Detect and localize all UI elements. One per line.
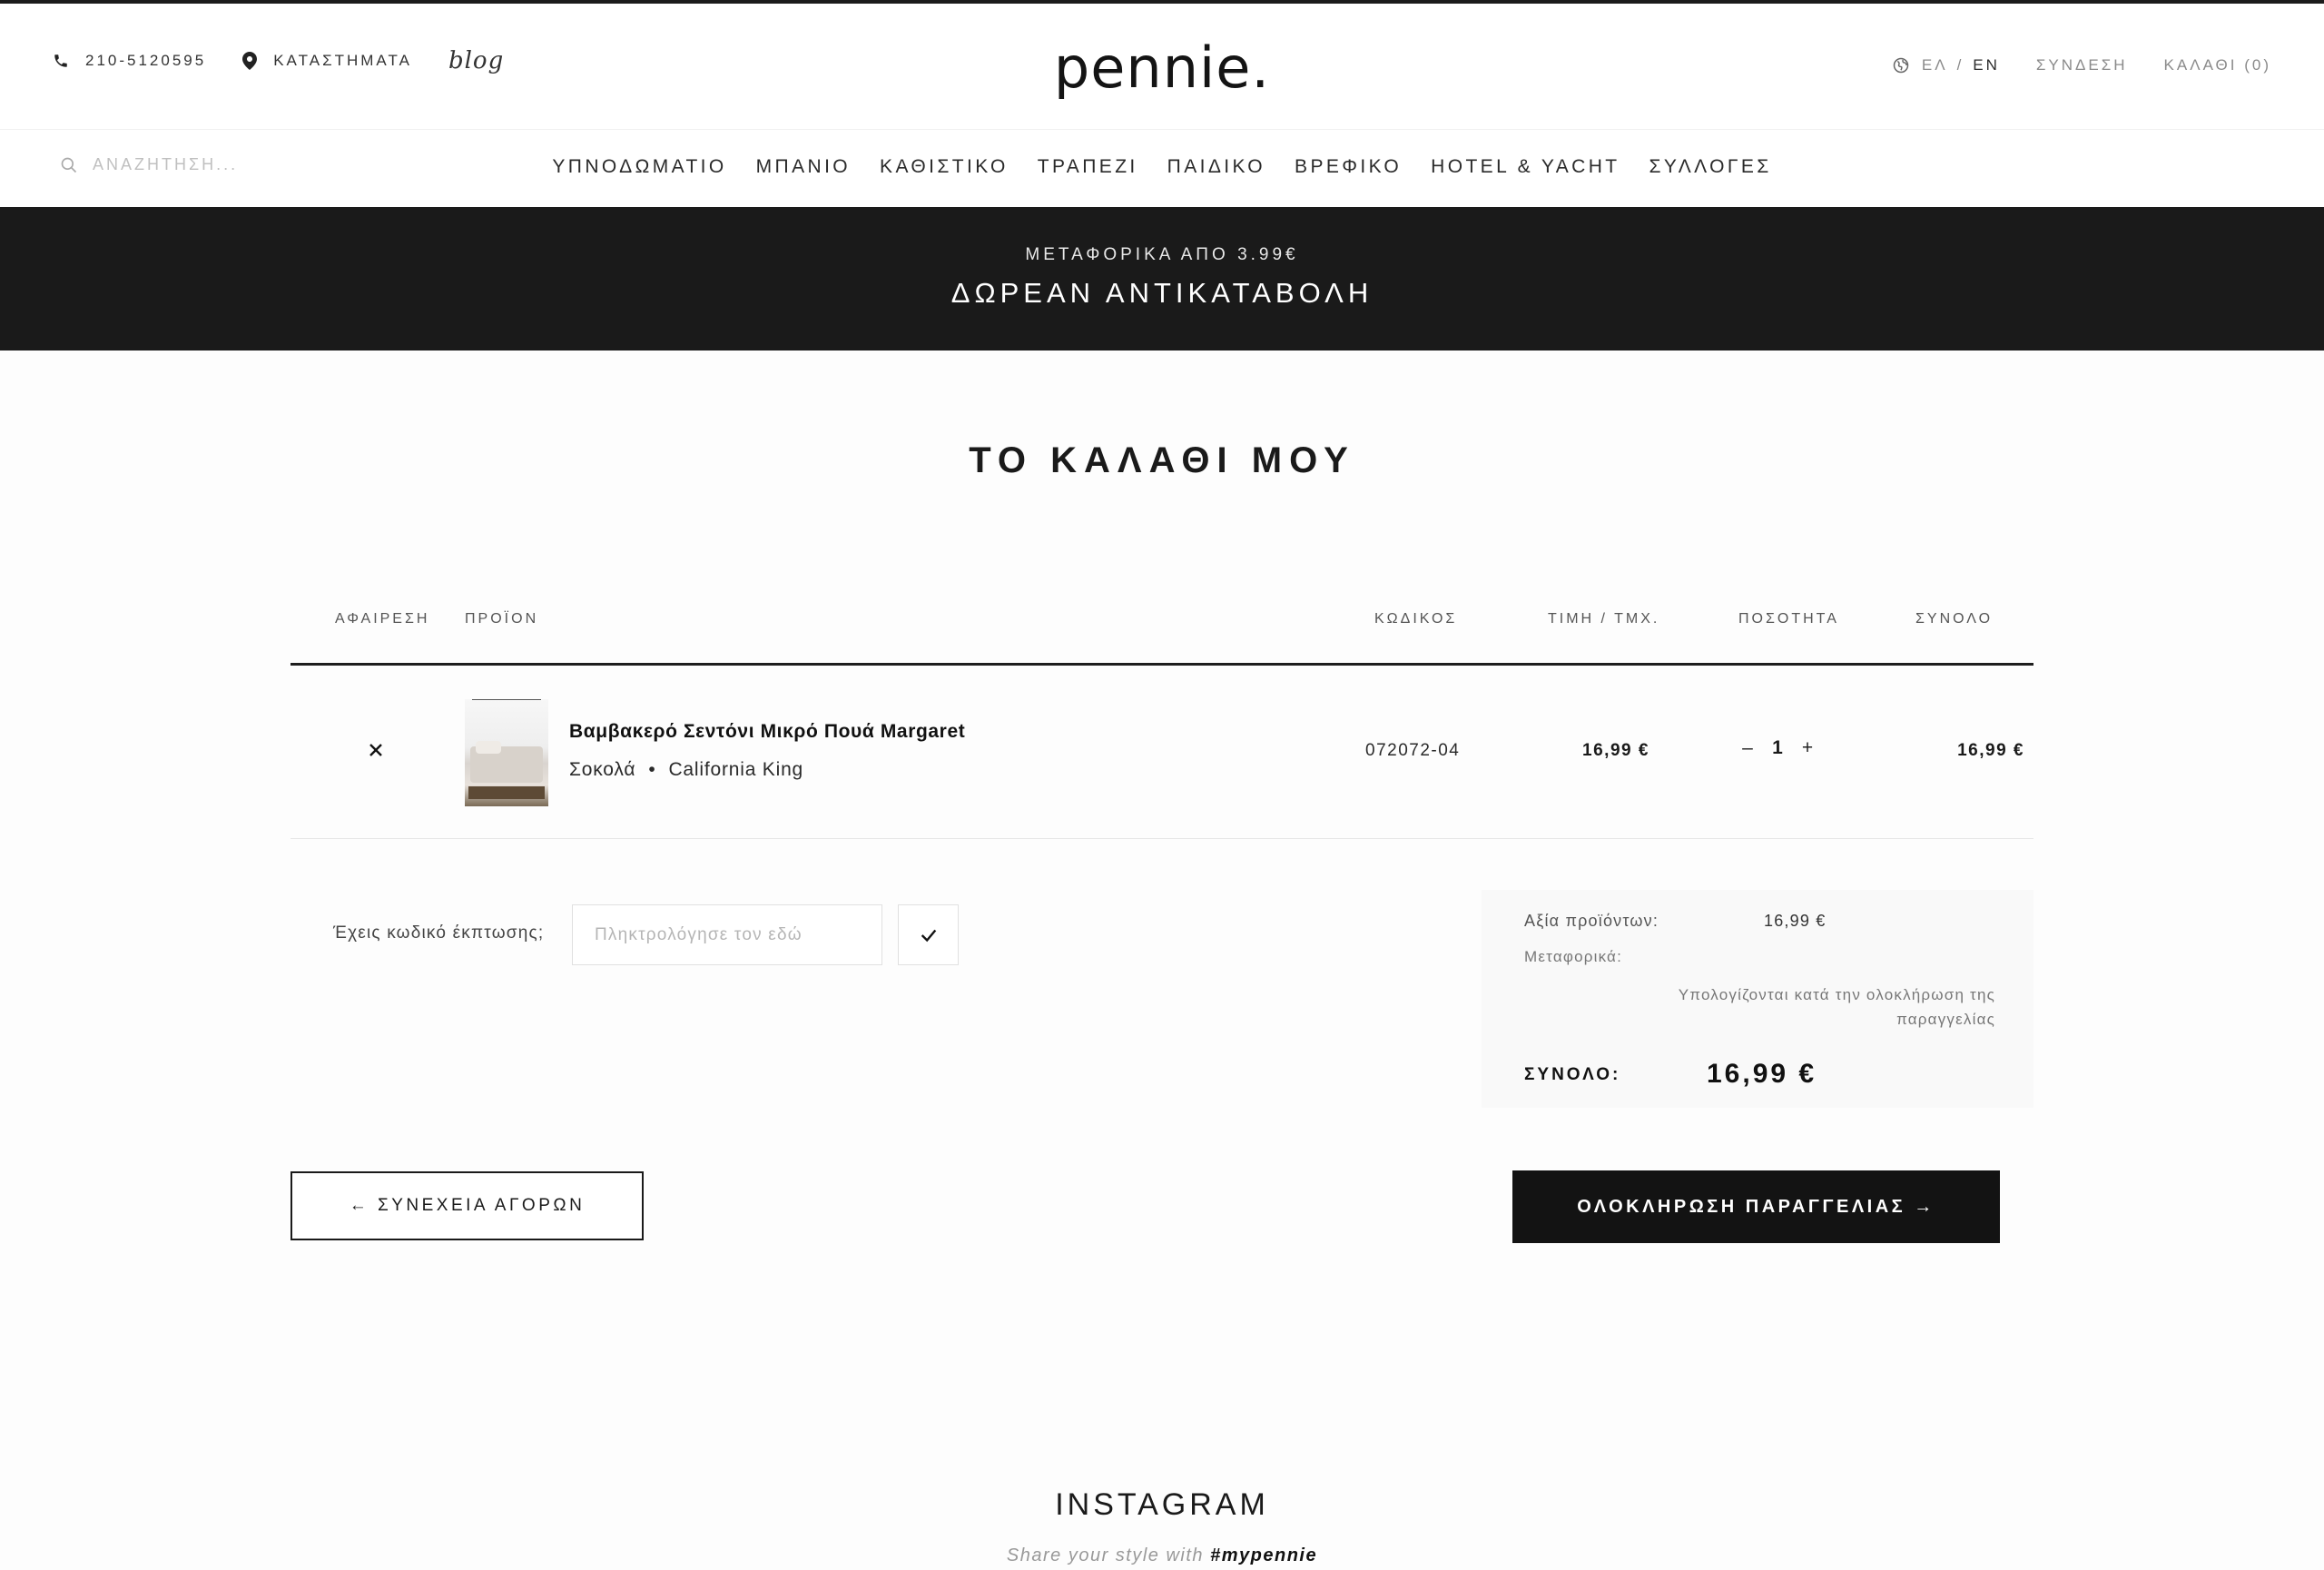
cart-table-header: ΑΦΑΙΡΕΣΗ ΠΡΟΪΟΝ ΚΩΔΙΚΟΣ ΤΙΜΗ / ΤΜΧ. ΠΟΣΟ… xyxy=(290,604,2034,666)
remove-item-button[interactable] xyxy=(365,739,387,761)
instagram-subtitle: Share your style with #mypennie xyxy=(0,1545,2324,1566)
row-total: 16,99 € xyxy=(1957,741,2024,760)
thumbnail-hooks xyxy=(472,699,541,708)
header-code: ΚΩΔΙΚΟΣ xyxy=(1374,611,1458,627)
quantity-decrease-button[interactable]: – xyxy=(1734,737,1761,759)
quantity-increase-button[interactable]: + xyxy=(1794,737,1821,759)
nav-item-bedroom[interactable]: ΥΠΝΟΔΩΜΑΤΙΟ xyxy=(552,156,726,178)
total-label: ΣΥΝΟΛΟ: xyxy=(1524,1065,1621,1084)
login-link[interactable]: ΣΥΝΔΕΣΗ xyxy=(2036,56,2128,74)
products-value: 16,99 € xyxy=(1764,912,1827,930)
continue-shopping-button[interactable]: ← ΣΥΝΕΧΕΙΑ ΑΓΟΡΩΝ xyxy=(290,1171,644,1240)
promo-shipping-text: ΜΕΤΑΦΟΡΙΚΑ ΑΠΟ 3.99€ xyxy=(1025,245,1299,264)
page-title: ΤΟ ΚΑΛΑΘΙ ΜΟΥ xyxy=(969,440,1355,480)
header-remove: ΑΦΑΙΡΕΣΗ xyxy=(335,611,430,627)
header-unit-price: ΤΙΜΗ / ΤΜΧ. xyxy=(1548,611,1660,627)
nav-item-hotel-yacht[interactable]: HOTEL & YACHT xyxy=(1431,156,1620,178)
nav-item-table[interactable]: ΤΡΑΠΕΖΙ xyxy=(1038,156,1138,178)
order-summary: Αξία προϊόντων: 16,99 € Μεταφορικά: Υπολ… xyxy=(1482,890,2034,1108)
lang-separator: / xyxy=(1956,56,1965,74)
variant-bullet: • xyxy=(648,759,656,780)
checkout-button[interactable]: ΟΛΟΚΛΗΡΩΣΗ ΠΑΡΑΓΓΕΛΙΑΣ → xyxy=(1512,1170,2000,1243)
checkmark-icon xyxy=(921,929,936,942)
close-icon xyxy=(369,744,382,756)
instagram-subtitle-text: Share your style with xyxy=(1006,1545,1205,1565)
nav-item-bath[interactable]: ΜΠΑΝΙΟ xyxy=(756,156,851,178)
cart-row: Βαμβακερό Σεντόνι Μικρό Πουά Margaret Σο… xyxy=(290,668,2034,839)
promo-banner: ΜΕΤΑΦΟΡΙΚΑ ΑΠΟ 3.99€ ΔΩΡΕΑΝ ΑΝΤΙΚΑΤΑΒΟΛΗ xyxy=(0,207,2324,351)
thumbnail-pallet xyxy=(468,786,545,799)
header-product: ΠΡΟΪΟΝ xyxy=(465,611,539,627)
shipping-note: Υπολογίζονται κατά την ολοκλήρωση της πα… xyxy=(1678,986,1995,1028)
cart-link[interactable]: ΚΑΛΑΘΙ (0) xyxy=(2164,56,2271,74)
products-value-label: Αξία προϊόντων: xyxy=(1524,912,1659,930)
product-size: California King xyxy=(668,759,804,780)
unit-price: 16,99 € xyxy=(1582,741,1649,760)
nav-item-baby[interactable]: ΒΡΕΦΙΚΟ xyxy=(1295,156,1402,178)
shipping-label: Μεταφορικά: xyxy=(1524,948,1623,965)
apply-coupon-button[interactable] xyxy=(898,904,959,965)
instagram-title: INSTAGRAM xyxy=(1055,1487,1269,1522)
thumbnail-pillow xyxy=(476,741,501,754)
product-code: 072072-04 xyxy=(1365,741,1461,760)
site-header: 210-5120595 ΚΑΤΑΣΤΗΜΑΤΑ blog pennie. ΕΛ … xyxy=(0,4,2324,129)
total-value: 16,99 € xyxy=(1707,1059,1817,1089)
product-color: Σοκολά xyxy=(569,759,636,780)
header-total: ΣΥΝΟΛΟ xyxy=(1915,611,1994,627)
main-nav: ΥΠΝΟΔΩΜΑΤΙΟ ΜΠΑΝΙΟ ΚΑΘΙΣΤΙΚΟ ΤΡΑΠΕΖΙ ΠΑΙ… xyxy=(0,156,2324,178)
header-right: ΕΛ / EN ΣΥΝΔΕΣΗ ΚΑΛΑΘΙ (0) xyxy=(1893,56,2271,74)
product-name[interactable]: Βαμβακερό Σεντόνι Μικρό Πουά Margaret xyxy=(569,721,965,743)
lang-el[interactable]: ΕΛ xyxy=(1922,56,1948,74)
quantity-value: 1 xyxy=(1772,737,1783,758)
instagram-hashtag[interactable]: #mypennie xyxy=(1210,1545,1317,1565)
coupon-label: Έχεις κωδικό έκπτωσης; xyxy=(333,923,545,943)
product-thumbnail[interactable] xyxy=(465,699,548,806)
nav-item-collections[interactable]: ΣΥΛΛΟΓΕΣ xyxy=(1649,156,1772,178)
language-switcher: ΕΛ / EN xyxy=(1893,56,2000,74)
header-quantity: ΠΟΣΟΤΗΤΑ xyxy=(1738,611,1839,627)
nav-bar: ΥΠΝΟΔΩΜΑΤΙΟ ΜΠΑΝΙΟ ΚΑΘΙΣΤΙΚΟ ΤΡΑΠΕΖΙ ΠΑΙ… xyxy=(0,129,2324,207)
product-variant: Σοκολά • California King xyxy=(569,759,803,781)
quantity-stepper: – 1 + xyxy=(1734,737,1821,759)
promo-cod-text: ΔΩΡΕΑΝ ΑΝΤΙΚΑΤΑΒΟΛΗ xyxy=(950,277,1374,309)
nav-item-living-room[interactable]: ΚΑΘΙΣΤΙΚΟ xyxy=(880,156,1009,178)
nav-item-kids[interactable]: ΠΑΙΔΙΚΟ xyxy=(1167,156,1265,178)
coupon-input[interactable] xyxy=(572,904,882,965)
globe-icon xyxy=(1893,57,1909,74)
lang-en[interactable]: EN xyxy=(1973,56,2000,74)
